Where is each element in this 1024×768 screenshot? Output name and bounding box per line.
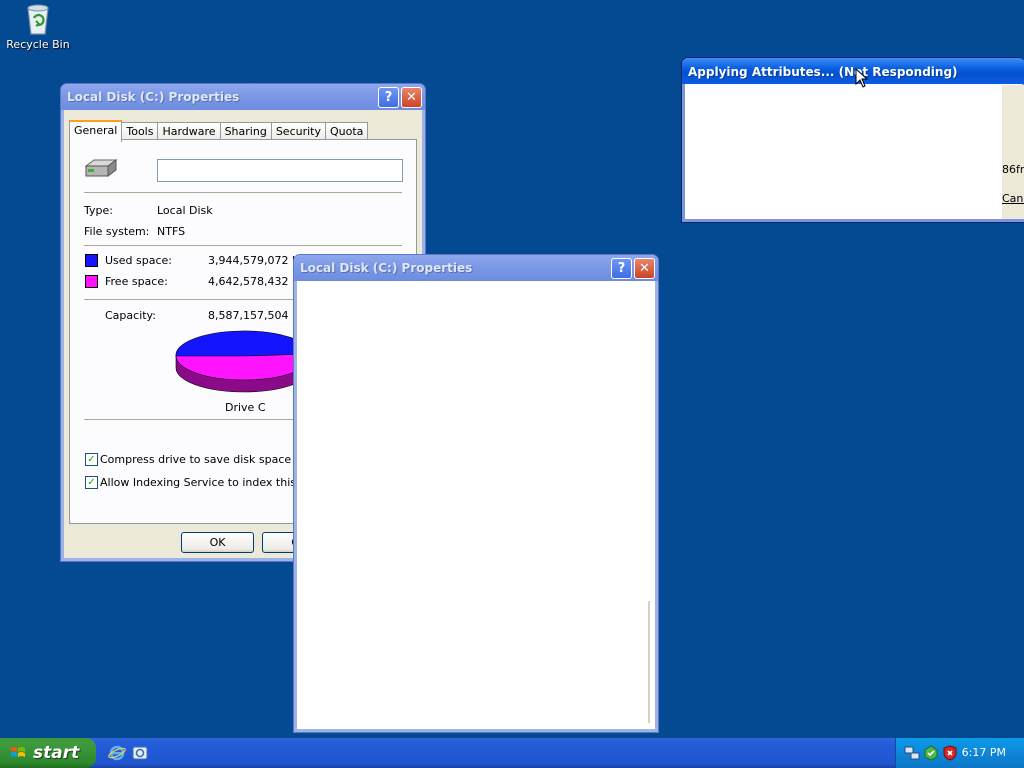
tab-general[interactable]: General <box>69 120 123 142</box>
applying-cancel-button[interactable]: Canc <box>1002 192 1024 205</box>
tab-strip: General Tools Hardware Sharing Security … <box>69 120 369 142</box>
free-space-label: Free space: <box>105 275 168 288</box>
tab-hardware[interactable]: Hardware <box>157 122 221 140</box>
hard-drive-icon <box>84 159 118 177</box>
volume-label-input[interactable] <box>157 159 403 182</box>
tab-security[interactable]: Security <box>270 122 326 140</box>
ghost-titlebar[interactable]: Local Disk (C:) Properties ? ✕ <box>294 255 658 281</box>
ok-button[interactable]: OK <box>181 532 254 553</box>
start-button[interactable]: start <box>0 738 96 768</box>
recycle-bin-icon <box>27 4 49 35</box>
used-space-swatch <box>85 254 98 267</box>
drive-label: Drive C <box>225 401 266 414</box>
applying-attributes-window: Applying Attributes... (Not Responding) … <box>681 57 1024 223</box>
divider <box>84 245 402 246</box>
type-value: Local Disk <box>157 204 213 217</box>
start-label: start <box>33 743 80 763</box>
ghost-help-button[interactable]: ? <box>611 258 632 279</box>
indexing-checkbox[interactable]: ✓ <box>85 476 98 489</box>
capacity-label: Capacity: <box>105 309 156 322</box>
windows-update-icon[interactable] <box>923 745 939 761</box>
tab-quota[interactable]: Quota <box>324 122 369 140</box>
applying-partial-text: 86fre <box>1002 163 1024 176</box>
properties-titlebar[interactable]: Local Disk (C:) Properties ? ✕ <box>61 84 425 110</box>
filesystem-label: File system: <box>84 225 150 238</box>
divider <box>84 192 402 193</box>
ghost-artifact-line <box>648 601 650 723</box>
clock[interactable]: 6:17 PM <box>962 746 1006 759</box>
compress-label[interactable]: Compress drive to save disk space <box>100 453 291 466</box>
recycle-bin-label: Recycle Bin <box>6 38 70 51</box>
properties-window-ghost: Local Disk (C:) Properties ? ✕ <box>293 254 659 733</box>
filesystem-value: NTFS <box>157 225 186 238</box>
help-button[interactable]: ? <box>378 87 399 108</box>
system-tray: 6:17 PM <box>895 738 1024 768</box>
ghost-window-title: Local Disk (C:) Properties <box>300 261 473 275</box>
ghost-close-button[interactable]: ✕ <box>634 258 655 279</box>
mouse-cursor-icon <box>855 68 869 88</box>
security-alert-shield-icon[interactable] <box>942 745 958 761</box>
internet-explorer-icon[interactable] <box>108 744 126 762</box>
tab-sharing[interactable]: Sharing <box>219 122 272 140</box>
free-space-swatch <box>85 275 98 288</box>
applying-window-title: Applying Attributes... (Not Responding) <box>688 65 958 79</box>
compress-checkbox[interactable]: ✓ <box>85 453 98 466</box>
used-space-label: Used space: <box>105 254 173 267</box>
window-title: Local Disk (C:) Properties <box>67 90 240 104</box>
network-icon[interactable] <box>904 745 920 761</box>
taskbar: start 6:17 PM <box>0 738 1024 768</box>
outlook-express-icon[interactable] <box>131 744 149 762</box>
applying-content-frozen: 86fre Canc <box>1002 85 1024 219</box>
windows-logo-icon <box>11 747 25 757</box>
applying-titlebar[interactable]: Applying Attributes... (Not Responding) <box>682 58 1024 84</box>
recycle-bin-shortcut[interactable]: Recycle Bin <box>4 2 72 51</box>
tab-tools[interactable]: Tools <box>121 122 159 140</box>
close-button[interactable]: ✕ <box>401 87 422 108</box>
type-label: Type: <box>84 204 113 217</box>
